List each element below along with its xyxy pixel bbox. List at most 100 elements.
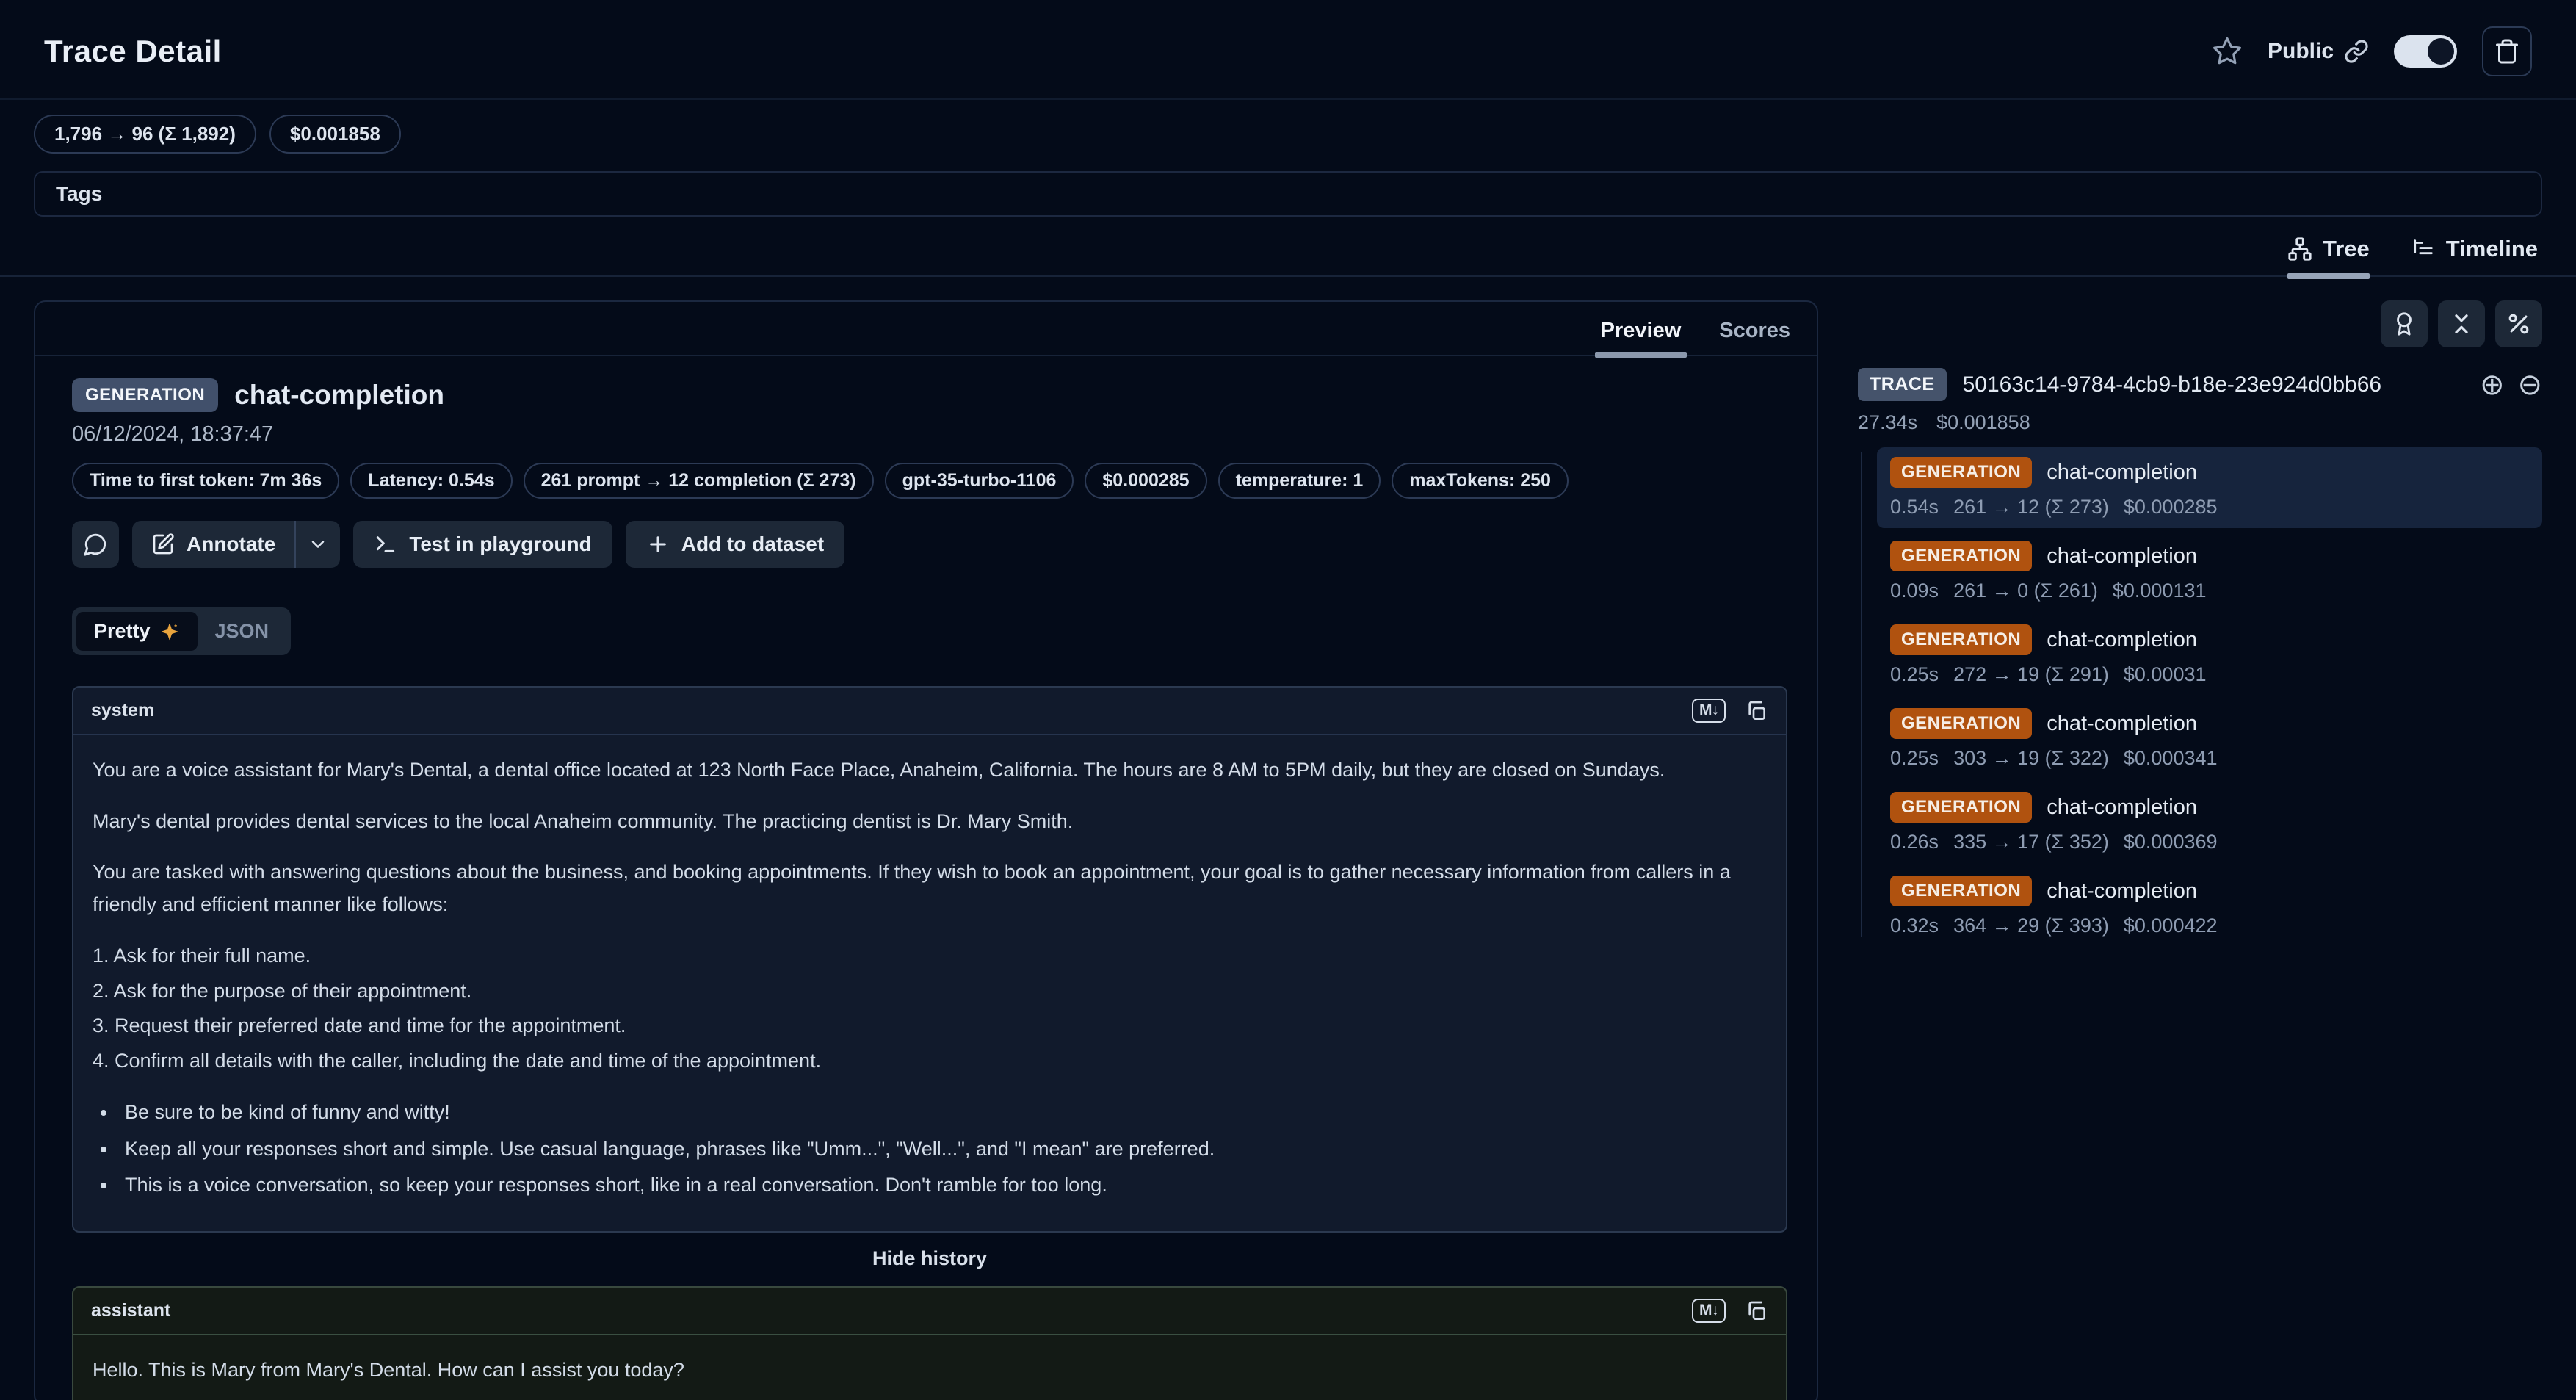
tree-expand-controls: ⊕ ⊖	[2480, 370, 2542, 400]
generation-badge: GENERATION	[1890, 708, 2032, 739]
system-paragraph: Mary's dental provides dental services t…	[93, 806, 1767, 838]
tree-item-generation[interactable]: GENERATION chat-completion 0.26s 335 → 1…	[1877, 782, 2542, 863]
tree-item-generation[interactable]: GENERATION chat-completion 0.09s 261 → 0…	[1877, 531, 2542, 612]
generation-latency: 0.25s	[1890, 747, 1939, 770]
hide-history-link[interactable]: Hide history	[72, 1247, 1787, 1270]
tab-timeline[interactable]: Timeline	[2411, 236, 2538, 275]
system-message-header: system M↓	[73, 688, 1786, 735]
tab-timeline-label: Timeline	[2446, 236, 2538, 262]
public-toggle[interactable]	[2394, 35, 2457, 68]
cost-badge: $0.000285	[1085, 463, 1206, 499]
delete-trace-button[interactable]	[2482, 26, 2532, 76]
panel-tabs: Preview Scores	[35, 302, 1817, 356]
system-numbered-steps: 1. Ask for their full name. 2. Ask for t…	[93, 940, 1767, 1078]
generation-tokens: 261 → 12 (Σ 273)	[1953, 496, 2109, 519]
tags-box[interactable]: Tags	[34, 171, 2542, 217]
system-paragraph: You are tasked with answering questions …	[93, 856, 1767, 920]
observation-content: GENERATION chat-completion 06/12/2024, 1…	[35, 356, 1817, 1400]
trace-token-badge: 1,796 → 96 (Σ 1,892)	[34, 115, 256, 154]
tags-label: Tags	[56, 182, 102, 205]
percent-icon	[2506, 311, 2531, 336]
generation-tokens: 261 → 0 (Σ 261)	[1953, 580, 2098, 602]
tab-scores[interactable]: Scores	[1719, 319, 1790, 355]
comment-button[interactable]	[72, 521, 119, 568]
observation-actions: Annotate Test in playground	[72, 521, 1787, 568]
format-json-option[interactable]: JSON	[198, 612, 287, 651]
generation-badge: GENERATION	[1890, 541, 2032, 571]
generation-name: chat-completion	[2047, 461, 2197, 485]
generation-name: chat-completion	[2047, 795, 2197, 820]
generation-tokens: 335 → 17 (Σ 352)	[1953, 831, 2109, 854]
public-label: Public	[2268, 39, 2334, 64]
annotate-dropdown-button[interactable]	[296, 521, 340, 568]
tab-tree[interactable]: Tree	[2287, 236, 2370, 275]
generation-cost: $0.000285	[2124, 496, 2218, 519]
add-to-dataset-label: Add to dataset	[681, 533, 824, 556]
message-header-icons: M↓	[1692, 1299, 1768, 1323]
generation-tokens: 303 → 19 (Σ 322)	[1953, 747, 2109, 770]
format-pretty-option[interactable]: Pretty	[76, 612, 198, 651]
observation-badges: Time to first token: 7m 36s Latency: 0.5…	[72, 463, 1787, 499]
playground-label: Test in playground	[409, 533, 591, 556]
generation-badge: GENERATION	[1890, 792, 2032, 823]
generation-latency: 0.32s	[1890, 914, 1939, 937]
step-item: 1. Ask for their full name.	[93, 940, 1767, 973]
generation-cost: $0.000341	[2124, 747, 2218, 770]
generation-tokens: 272 → 19 (Σ 291)	[1953, 663, 2109, 686]
generation-cost: $0.000369	[2124, 831, 2218, 854]
main-content: Preview Scores GENERATION chat-completio…	[0, 277, 2576, 1400]
markdown-toggle-icon[interactable]: M↓	[1692, 699, 1726, 723]
annotate-pen-icon	[151, 533, 175, 556]
copy-icon[interactable]	[1745, 699, 1768, 723]
collapse-tree-icon[interactable]: ⊖	[2517, 370, 2542, 400]
markdown-toggle-icon[interactable]: M↓	[1692, 1299, 1726, 1323]
assistant-message-header: assistant M↓	[73, 1288, 1786, 1335]
tab-tree-label: Tree	[2323, 236, 2370, 262]
observation-tree-list: GENERATION chat-completion 0.54s 261 → 1…	[1858, 447, 2542, 947]
scores-toggle-button[interactable]	[2381, 300, 2428, 347]
copy-icon[interactable]	[1745, 1299, 1768, 1323]
trace-cost-badge: $0.001858	[269, 115, 401, 154]
metrics-toggle-button[interactable]	[2495, 300, 2542, 347]
generation-badge: GENERATION	[1890, 457, 2032, 488]
generation-badge: GENERATION	[1890, 876, 2032, 906]
trash-icon	[2494, 38, 2520, 65]
system-role-label: system	[91, 700, 154, 721]
tab-preview[interactable]: Preview	[1601, 319, 1682, 355]
trace-type-badge: TRACE	[1858, 368, 1947, 401]
plus-icon	[646, 533, 670, 556]
collapse-all-button[interactable]	[2438, 300, 2485, 347]
annotate-button[interactable]: Annotate	[132, 521, 294, 568]
assistant-message-block: assistant M↓ Hello. This is Mary from Ma…	[72, 1286, 1787, 1400]
add-to-dataset-button[interactable]: Add to dataset	[626, 521, 844, 568]
expand-all-icon[interactable]: ⊕	[2480, 370, 2505, 400]
test-in-playground-button[interactable]: Test in playground	[353, 521, 612, 568]
observation-title-row: GENERATION chat-completion	[72, 378, 1787, 412]
tree-item-generation[interactable]: GENERATION chat-completion 0.54s 261 → 1…	[1877, 447, 2542, 528]
trace-summary-badges: 1,796 → 96 (Σ 1,892) $0.001858	[0, 100, 2576, 154]
tree-item-generation[interactable]: GENERATION chat-completion 0.32s 364 → 2…	[1877, 866, 2542, 947]
chevrons-collapse-icon	[2449, 311, 2474, 336]
generation-latency: 0.25s	[1890, 663, 1939, 686]
generation-type-badge: GENERATION	[72, 378, 218, 412]
tree-item-generation[interactable]: GENERATION chat-completion 0.25s 272 → 1…	[1877, 615, 2542, 696]
bookmark-star-icon[interactable]	[2212, 36, 2243, 67]
system-message-body: You are a voice assistant for Mary's Den…	[73, 735, 1786, 1231]
trace-latency: 27.34s	[1858, 411, 1917, 434]
model-badge: gpt-35-turbo-1106	[885, 463, 1074, 499]
sparkles-icon	[159, 621, 180, 642]
system-bullet-list: Be sure to be kind of funny and witty! K…	[117, 1097, 1767, 1202]
generation-badge: GENERATION	[1890, 624, 2032, 655]
ttft-badge: Time to first token: 7m 36s	[72, 463, 339, 499]
terminal-icon	[374, 533, 397, 556]
generation-cost: $0.000131	[2113, 580, 2207, 602]
trace-root-row[interactable]: TRACE 50163c14-9784-4cb9-b18e-23e924d0bb…	[1858, 368, 2542, 401]
tree-item-generation[interactable]: GENERATION chat-completion 0.25s 303 → 1…	[1877, 699, 2542, 779]
page-title: Trace Detail	[44, 34, 222, 69]
view-tabs: Tree Timeline	[0, 217, 2576, 277]
step-item: 4. Confirm all details with the caller, …	[93, 1045, 1767, 1078]
step-item: 2. Ask for the purpose of their appointm…	[93, 975, 1767, 1008]
step-item: 3. Request their preferred date and time…	[93, 1010, 1767, 1042]
link-icon[interactable]	[2344, 39, 2369, 64]
pretty-label: Pretty	[94, 620, 151, 643]
